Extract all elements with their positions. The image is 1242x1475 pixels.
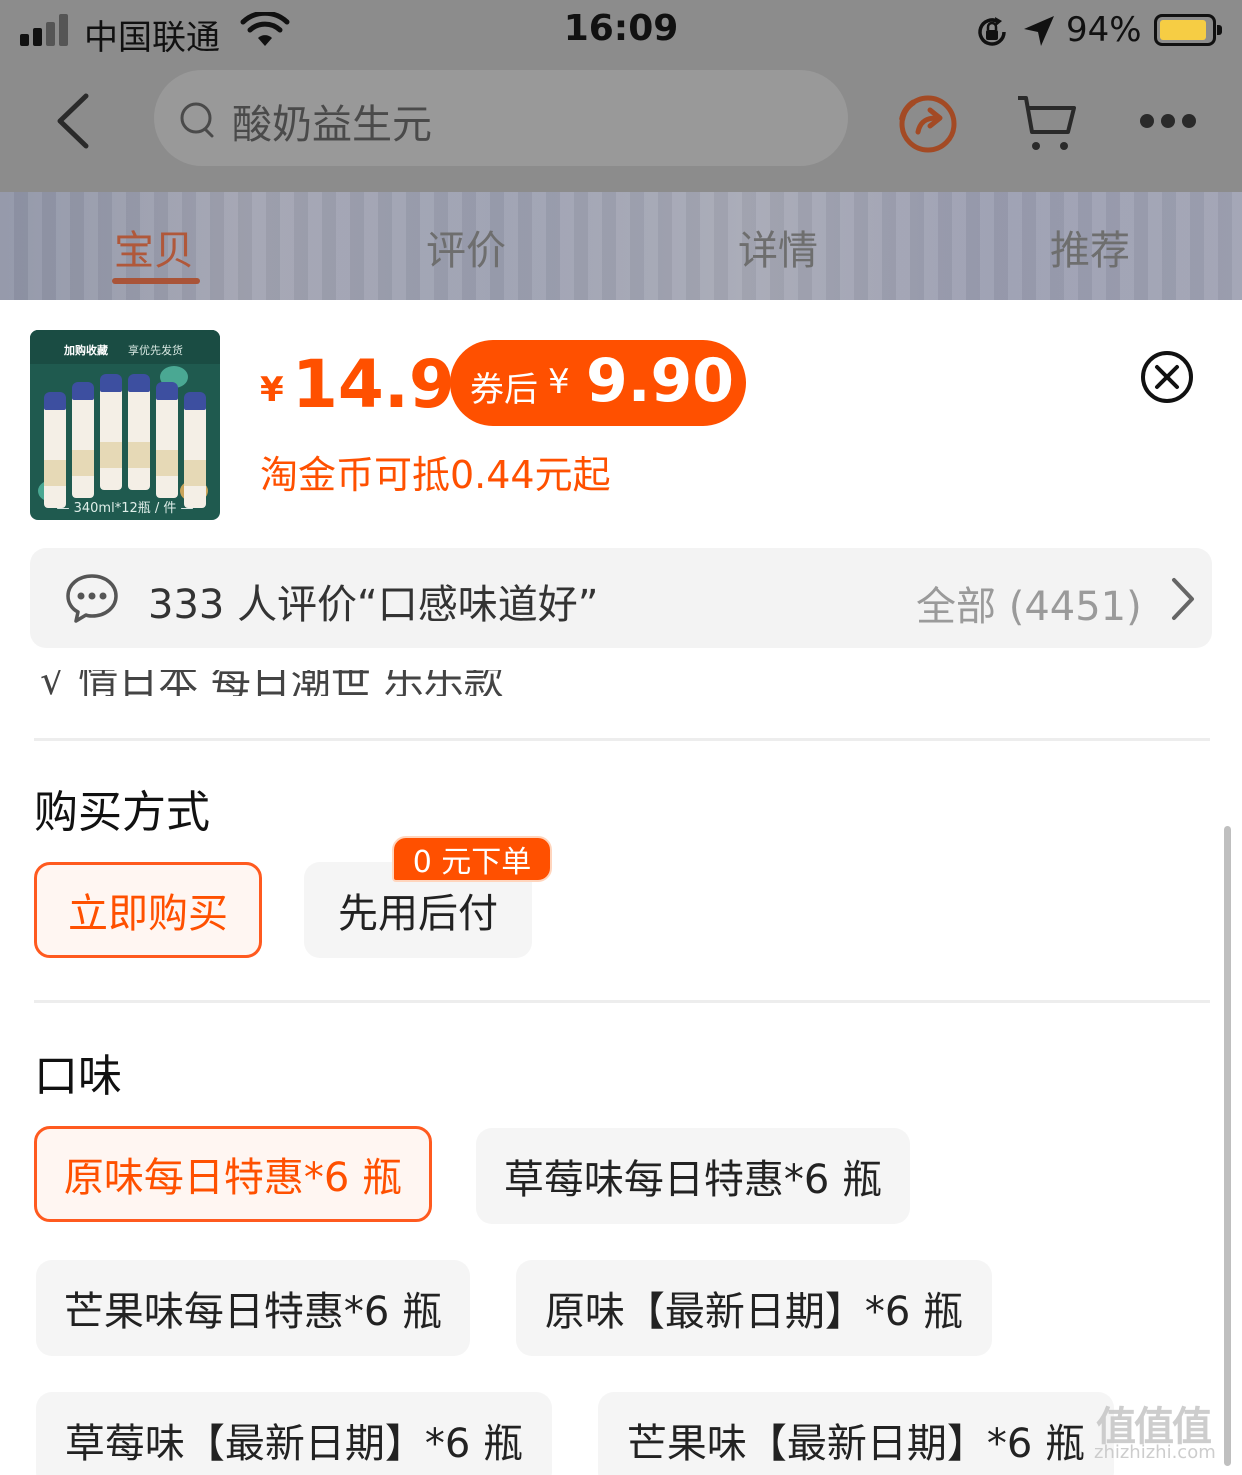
zero-yuan-badge: 0 元下单 [392,836,552,882]
option-buy-now[interactable]: 立即购买 [34,862,262,958]
scrollbar[interactable] [1224,826,1231,1466]
search-query: 酸奶益生元 [232,102,432,148]
flavor-option[interactable]: 原味【最新日期】*6 瓶 [516,1260,992,1356]
more-icon[interactable] [1140,114,1196,130]
purchase-method-title: 购买方式 [34,787,210,838]
review-summary-bar[interactable]: 333 人评价“口感味道好” 全部 (4451) [30,548,1212,648]
back-arrow-icon[interactable] [52,92,98,150]
flavor-option[interactable]: 草莓味【最新日期】*6 瓶 [36,1392,552,1475]
share-icon[interactable] [896,92,958,154]
tab-reviews[interactable]: 评价 [426,218,506,276]
review-all-count: 全部 (4451) [916,584,1142,630]
tab-details[interactable]: 详情 [738,218,818,276]
divider [34,738,1210,741]
divider [34,1000,1210,1003]
flavor-option[interactable]: 原味每日特惠*6 瓶 [34,1126,432,1222]
cart-icon[interactable] [1016,92,1078,154]
taojinbi-discount: 淘金币可抵0.44元起 [260,453,611,497]
close-icon[interactable] [1140,350,1194,404]
search-icon [180,102,214,138]
flavor-option[interactable]: 芒果味【最新日期】*6 瓶 [598,1392,1114,1475]
thumb-promo-text-2: 享优先发货 [128,344,183,357]
coupon-price: 9.90 [586,346,735,416]
flavor-title: 口味 [34,1051,122,1102]
clipped-row-text: √ 情日本 每日潮世 乐乐款 [40,670,504,696]
price: 14.9 [292,346,455,423]
chevron-right-icon [1172,578,1194,620]
coupon-price-pill: 券后 ¥ 9.90 [450,340,746,426]
top-nav: 酸奶益生元 [0,66,1242,176]
price-currency: ¥ [260,370,284,410]
battery-icon [1154,14,1222,46]
coupon-currency: ¥ [548,362,570,402]
review-summary-text: 333 人评价“口感味道好” [148,582,599,628]
flavor-option[interactable]: 草莓味每日特惠*6 瓶 [476,1128,910,1224]
tab-recommend[interactable]: 推荐 [1050,218,1130,276]
search-bar[interactable]: 酸奶益生元 [154,70,848,166]
tab-active-indicator [112,278,200,284]
flavor-option[interactable]: 芒果味每日特惠*6 瓶 [36,1260,470,1356]
chat-bubble-icon [66,574,118,623]
tab-baobei[interactable]: 宝贝 [114,218,194,276]
product-thumbnail[interactable]: 加购收藏 享优先发货 — 340ml*12瓶 / 件 — [30,330,220,520]
clipped-row: √ 情日本 每日潮世 乐乐款 [40,670,1200,696]
watermark-url: zhizhizhi.com [1094,1442,1216,1463]
location-arrow-icon [1024,16,1054,46]
thumb-promo-text: 加购收藏 [64,344,108,357]
watermark: 值值值 zhizhizhi.com [1092,1394,1236,1472]
status-bar: 中国联通 16:09 94% [0,0,1242,64]
rotation-lock-icon [978,17,1006,46]
battery-percentage: 94% [1066,10,1142,50]
thumb-caption: — 340ml*12瓶 / 件 — [56,501,194,516]
coupon-label: 券后 [470,370,538,410]
